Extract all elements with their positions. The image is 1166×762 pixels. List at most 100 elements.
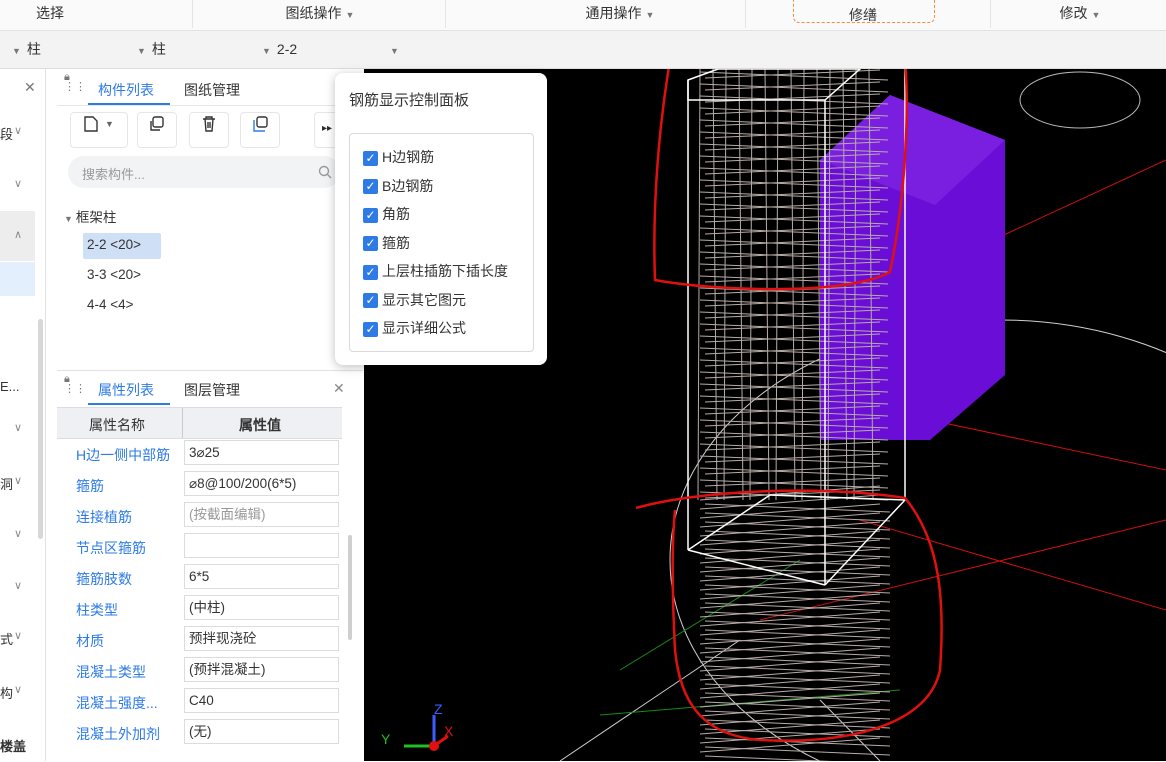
- tree-item[interactable]: 3-3 <20>: [87, 267, 141, 282]
- rebar-option-checkbox[interactable]: ✓ 显示详细公式: [363, 319, 466, 337]
- tree-item-label: 3-3 <20>: [87, 267, 142, 282]
- rebar-line: [704, 755, 833, 761]
- property-value-field[interactable]: C40: [184, 688, 339, 713]
- column-header-name: 属性名称: [89, 417, 145, 433]
- tab-label: 图纸管理: [184, 82, 240, 98]
- chevron-down-icon[interactable]: ∨: [14, 579, 22, 592]
- slab-element[interactable]: [820, 95, 1005, 440]
- nav-item-label: 洞: [0, 477, 14, 492]
- ribbon-bar: 选择 图纸操作 ▼ 通用操作 ▼ 修缮 修改 ▼: [0, 0, 1166, 31]
- nav-item[interactable]: 构 ∨: [0, 683, 35, 702]
- rebar-line: [704, 105, 881, 115]
- rebar-option-label: B边钢筋: [382, 177, 434, 194]
- nav-item[interactable]: E...: [0, 379, 35, 394]
- search-box[interactable]: 搜索构件...: [68, 156, 340, 188]
- property-value-field[interactable]: 预拌现浇砼: [184, 626, 339, 651]
- property-value-field[interactable]: 3⌀25: [184, 440, 339, 465]
- nav-item-label: 式: [0, 632, 14, 647]
- rebar-line: [699, 539, 881, 555]
- rebar-line: [699, 647, 881, 663]
- copy-button[interactable]: [137, 112, 177, 148]
- component-select[interactable]: ▼ 2-2: [262, 31, 297, 68]
- rebar-line: [699, 710, 881, 726]
- modify-menu[interactable]: 修改 ▼: [1045, 0, 1115, 28]
- selector-toolbar: ▼ 柱 ▼ 柱 ▼ 2-2 ▼: [0, 31, 1166, 69]
- copy-to-floor-button[interactable]: [240, 112, 280, 148]
- property-value-field[interactable]: ⌀8@100/200(6*5): [184, 471, 339, 496]
- rebar-line: [712, 69, 718, 501]
- caret-down-icon: ▼: [390, 46, 399, 56]
- property-value-field[interactable]: 6*5: [184, 564, 339, 589]
- active-tab-indicator: [88, 403, 170, 405]
- property-name: 柱类型: [76, 602, 118, 618]
- drag-handle-icon[interactable]: 🔒︎ ⋮⋮: [64, 374, 86, 395]
- tree-item-selected[interactable]: 2-2 <20>: [83, 233, 161, 259]
- scrollbar[interactable]: [38, 319, 43, 539]
- tab-drawing-management[interactable]: 图纸管理: [184, 80, 240, 100]
- column-divider: [182, 408, 183, 438]
- tree-group-frame-column[interactable]: ▼ 框架柱: [64, 206, 116, 226]
- general-ops-menu[interactable]: 通用操作 ▼: [570, 0, 670, 28]
- close-icon[interactable]: ✕: [24, 79, 36, 96]
- tab-label: 图层管理: [184, 382, 240, 398]
- scrollbar[interactable]: [348, 535, 352, 640]
- nav-item[interactable]: 洞 ∨: [0, 474, 35, 493]
- delete-button[interactable]: [189, 112, 229, 148]
- more-dropdown[interactable]: ▼: [386, 31, 399, 68]
- nav-item-selected-group[interactable]: ∧: [0, 211, 35, 261]
- close-icon[interactable]: ✕: [333, 380, 345, 397]
- property-name: 箍筋肢数: [76, 571, 132, 587]
- caret-down-icon: ▼: [64, 214, 73, 224]
- nav-item-active[interactable]: [0, 262, 35, 296]
- property-value-field[interactable]: (预拌混凝土): [184, 657, 339, 682]
- new-component-button[interactable]: ▼: [70, 112, 128, 148]
- trim-group[interactable]: 修缮: [833, 2, 893, 30]
- tree-group-label: 框架柱: [75, 210, 117, 225]
- chevron-down-icon[interactable]: ∨: [14, 421, 22, 434]
- chevron-down-icon[interactable]: ∨: [14, 177, 22, 190]
- checkbox-checked-icon: ✓: [363, 236, 378, 252]
- rebar-option-checkbox[interactable]: ✓ 角筋: [363, 205, 410, 223]
- search-input-placeholder[interactable]: 搜索构件...: [82, 164, 145, 183]
- property-value-field[interactable]: (按截面编辑): [184, 502, 339, 527]
- checkbox-checked-icon: ✓: [363, 321, 378, 337]
- rebar-line: [699, 455, 889, 465]
- search-icon[interactable]: [318, 165, 332, 179]
- nav-item-label: 构: [0, 686, 14, 701]
- tree-item[interactable]: 4-4 <4>: [87, 297, 134, 312]
- category-select[interactable]: ▼ 柱: [12, 31, 41, 68]
- axis-gizmo: Y Z X: [378, 701, 458, 761]
- select-group[interactable]: 选择: [20, 0, 80, 28]
- rebar-option-checkbox[interactable]: ✓ 上层柱插筋下插长度: [363, 262, 508, 280]
- rebar-option-checkbox[interactable]: ✓ 箍筋: [363, 234, 410, 252]
- property-value-field[interactable]: [184, 533, 339, 558]
- checkbox-checked-icon: ✓: [363, 179, 378, 195]
- rebar-option-checkbox[interactable]: ✓ B边钢筋: [363, 177, 433, 195]
- property-value-field[interactable]: (无): [184, 719, 339, 744]
- caret-down-icon: ▼: [12, 46, 21, 56]
- tab-label: 属性列表: [98, 382, 154, 398]
- nav-item[interactable]: 段 ∨: [0, 124, 35, 143]
- rebar-line: [699, 656, 881, 672]
- tab-layer-management[interactable]: 图层管理: [184, 380, 240, 400]
- rebar-line: [699, 611, 881, 627]
- property-value-field[interactable]: (中柱): [184, 595, 339, 620]
- divider: [445, 0, 446, 28]
- nav-item[interactable]: 楼盖: [0, 736, 35, 755]
- rebar-line: [699, 530, 881, 546]
- rebar-option-checkbox[interactable]: ✓ H边钢筋: [363, 148, 434, 166]
- tab-component-list[interactable]: 构件列表: [98, 80, 154, 100]
- type-select[interactable]: ▼ 柱: [137, 31, 166, 68]
- drag-handle-icon[interactable]: 🔒︎ ⋮⋮: [64, 72, 86, 93]
- tab-property-list[interactable]: 属性列表: [98, 380, 154, 400]
- chevron-down-icon: ∨: [14, 125, 23, 137]
- caret-down-icon: ▼: [645, 10, 655, 20]
- drawing-ops-menu[interactable]: 图纸操作 ▼: [270, 0, 370, 28]
- property-table-header: 属性名称 属性值: [57, 407, 342, 439]
- chevron-down-icon: ∨: [14, 475, 23, 487]
- svg-text:▼: ▼: [105, 119, 114, 129]
- rebar-option-checkbox[interactable]: ✓ 显示其它图元: [363, 291, 466, 309]
- chevron-down-icon[interactable]: ∨: [14, 527, 22, 540]
- nav-item[interactable]: 式 ∨: [0, 629, 35, 648]
- rebar-line: [699, 83, 889, 93]
